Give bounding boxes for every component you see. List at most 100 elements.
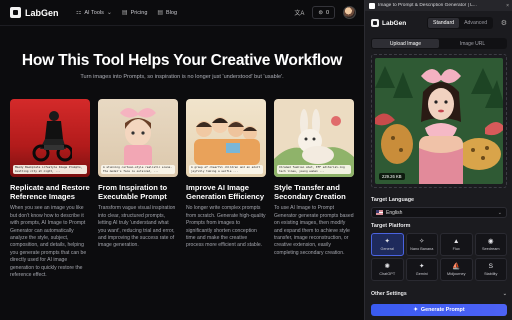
image-caption: A stunning cartoon-style realistic scene… [101,165,175,174]
tab-upload-image[interactable]: Upload Image [372,39,439,48]
card-description: To use AI Image to Prompt Generator gene… [274,205,354,256]
platform-nano-banana[interactable]: ✧ Nano Banana [405,233,438,256]
mode-standard-button[interactable]: Standard [428,18,460,28]
feature-cards: Moody Bookplate Lifestyle Image Prompts,… [10,99,354,319]
feature-card: Chromed fashion shot, EFF editorial-ing … [274,99,354,257]
brand-name: LabGen [25,7,59,18]
feature-card: A stunning cartoon-style realistic scene… [98,99,178,250]
card-description: No longer write complex prompts from scr… [186,205,266,249]
motorcycle-rider-illustration [32,111,72,162]
logo-icon [10,7,21,18]
tab-image-url[interactable]: Image URL [439,39,506,48]
platform-seedream[interactable]: ◉ Seedream [474,233,507,256]
avatar[interactable] [343,6,356,19]
card-title: Replicate and Restore Reference Images [10,183,90,202]
platform-label: Nano Banana [410,246,434,251]
card-title: Improve AI Image Generation Efficiency [186,183,265,202]
chevron-down-icon: ⌄ [106,10,112,16]
panel-brand-name: LabGen [382,19,407,27]
card-description: Transform vague visual inspiration into … [98,205,176,249]
seedream-icon: ◉ [487,237,494,245]
image-size-badge: 229.26 KB [379,173,405,180]
logo-icon [371,19,379,27]
panel-header: LabGen Standard Advanced ⚙ [365,14,512,32]
generate-button-label: Generate Prompt [420,307,465,313]
tag-icon: ▤ [121,10,128,16]
card-description: When you see an image you like but don't… [10,205,87,279]
nav-link-label: Pricing [130,9,148,16]
midjourney-icon: ⛵ [452,262,461,270]
mode-switch: Standard Advanced [427,17,494,29]
target-language-select[interactable]: English ⌄ [371,207,507,218]
platform-label: ChatGPT [379,271,396,276]
chevron-down-icon: ⌄ [497,209,502,216]
platform-label: Gemini [415,271,428,276]
sparkle-icon: ✦ [413,307,418,313]
platform-chatgpt[interactable]: ✺ ChatGPT [371,258,404,281]
selected-language: English [386,209,403,216]
feature-card: Moody Bookplate Lifestyle Image Prompts,… [10,99,90,279]
tab-title: Image to Prompt & Description Generator … [378,3,477,8]
card-image: A stunning cartoon-style realistic scene… [98,99,178,177]
nav-actions: 文A ⊜ 0 [294,6,356,19]
extension-side-panel: Image to Prompt & Description Generator … [364,0,512,320]
favicon-icon [369,2,375,9]
credits-icon: ⊜ [318,9,323,16]
target-platform-label: Target Platform [371,223,411,229]
target-language-label: Target Language [371,197,415,203]
platform-label: General [380,246,394,251]
nav-link-pricing[interactable]: ▤ Pricing [121,9,148,17]
platform-stability[interactable]: S Stability [474,258,507,281]
brand-logo[interactable]: LabGen [10,7,59,18]
card-title: Style Transfer and Secondary Creation [274,183,346,202]
generate-prompt-button[interactable]: ✦ Generate Prompt [371,304,507,316]
chevron-down-icon: ⌄ [502,291,507,297]
woman-with-leopard-illustration [375,58,503,184]
page-subtitle: Turn images into Prompts, so inspiration… [80,74,284,80]
nav-link-label: Blog [166,9,178,16]
image-caption: Chromed fashion shot, EFF editorial-ing … [277,165,351,174]
page-title: How This Tool Helps Your Creative Workfl… [21,52,343,69]
platform-label: Stability [484,271,498,276]
uploaded-image-preview: 229.26 KB [375,58,503,184]
image-caption: A group of cheerful children and an adul… [189,165,263,174]
platform-label: Midjourney [446,271,466,276]
mode-advanced-button[interactable]: Advanced [459,18,492,28]
doc-icon: ▤ [157,10,164,16]
credits-button[interactable]: ⊜ 0 [312,6,335,19]
upload-source-tabs: Upload Image Image URL [371,38,507,49]
card-image: Chromed fashion shot, EFF editorial-ing … [274,99,354,177]
image-dropzone[interactable]: 229.26 KB [371,54,507,188]
language-icon[interactable]: 文A [294,8,304,17]
platform-label: Seedream [481,246,500,251]
banana-icon: ✧ [419,237,425,245]
nav-link-label: AI Tools [84,9,104,16]
stability-icon: S [488,262,493,270]
nav-links: ⚏ AI Tools ⌄ ▤ Pricing ▤ Blog [76,9,178,17]
grid-icon: ⚏ [76,10,82,16]
feature-card: A group of cheerful children and an adul… [186,99,266,250]
image-caption: Moody Bookplate Lifestyle Image Prompts,… [13,165,87,174]
platform-grid: ✦ General ✧ Nano Banana ▲ Flux ◉ Seedrea… [371,233,507,281]
nav-link-ai-tools[interactable]: ⚏ AI Tools ⌄ [76,9,112,17]
other-settings-toggle[interactable]: Other Settings ⌄ [371,291,507,297]
gear-icon[interactable]: ⚙ [501,19,507,27]
panel-browser-tab[interactable]: Image to Prompt & Description Generator … [365,0,512,11]
platform-flux[interactable]: ▲ Flux [440,233,473,256]
platform-midjourney[interactable]: ⛵ Midjourney [440,258,473,281]
chatgpt-icon: ✺ [384,262,390,270]
platform-general[interactable]: ✦ General [371,233,404,256]
main-page: LabGen ⚏ AI Tools ⌄ ▤ Pricing ▤ Blog 文A … [0,0,364,320]
nav-link-blog[interactable]: ▤ Blog [157,9,178,17]
card-image: Moody Bookplate Lifestyle Image Prompts,… [10,99,90,177]
panel-brand: LabGen [371,19,406,27]
us-flag-icon [376,210,383,215]
gemini-icon: ✦ [419,262,425,270]
platform-gemini[interactable]: ✦ Gemini [405,258,438,281]
card-title: From Inspiration to Executable Prompt [98,183,168,202]
close-icon[interactable]: × [506,3,509,9]
other-settings-label: Other Settings [371,291,407,297]
credits-count: 0 [325,9,329,16]
flux-icon: ▲ [453,237,460,245]
top-navigation: LabGen ⚏ AI Tools ⌄ ▤ Pricing ▤ Blog 文A … [0,0,364,26]
